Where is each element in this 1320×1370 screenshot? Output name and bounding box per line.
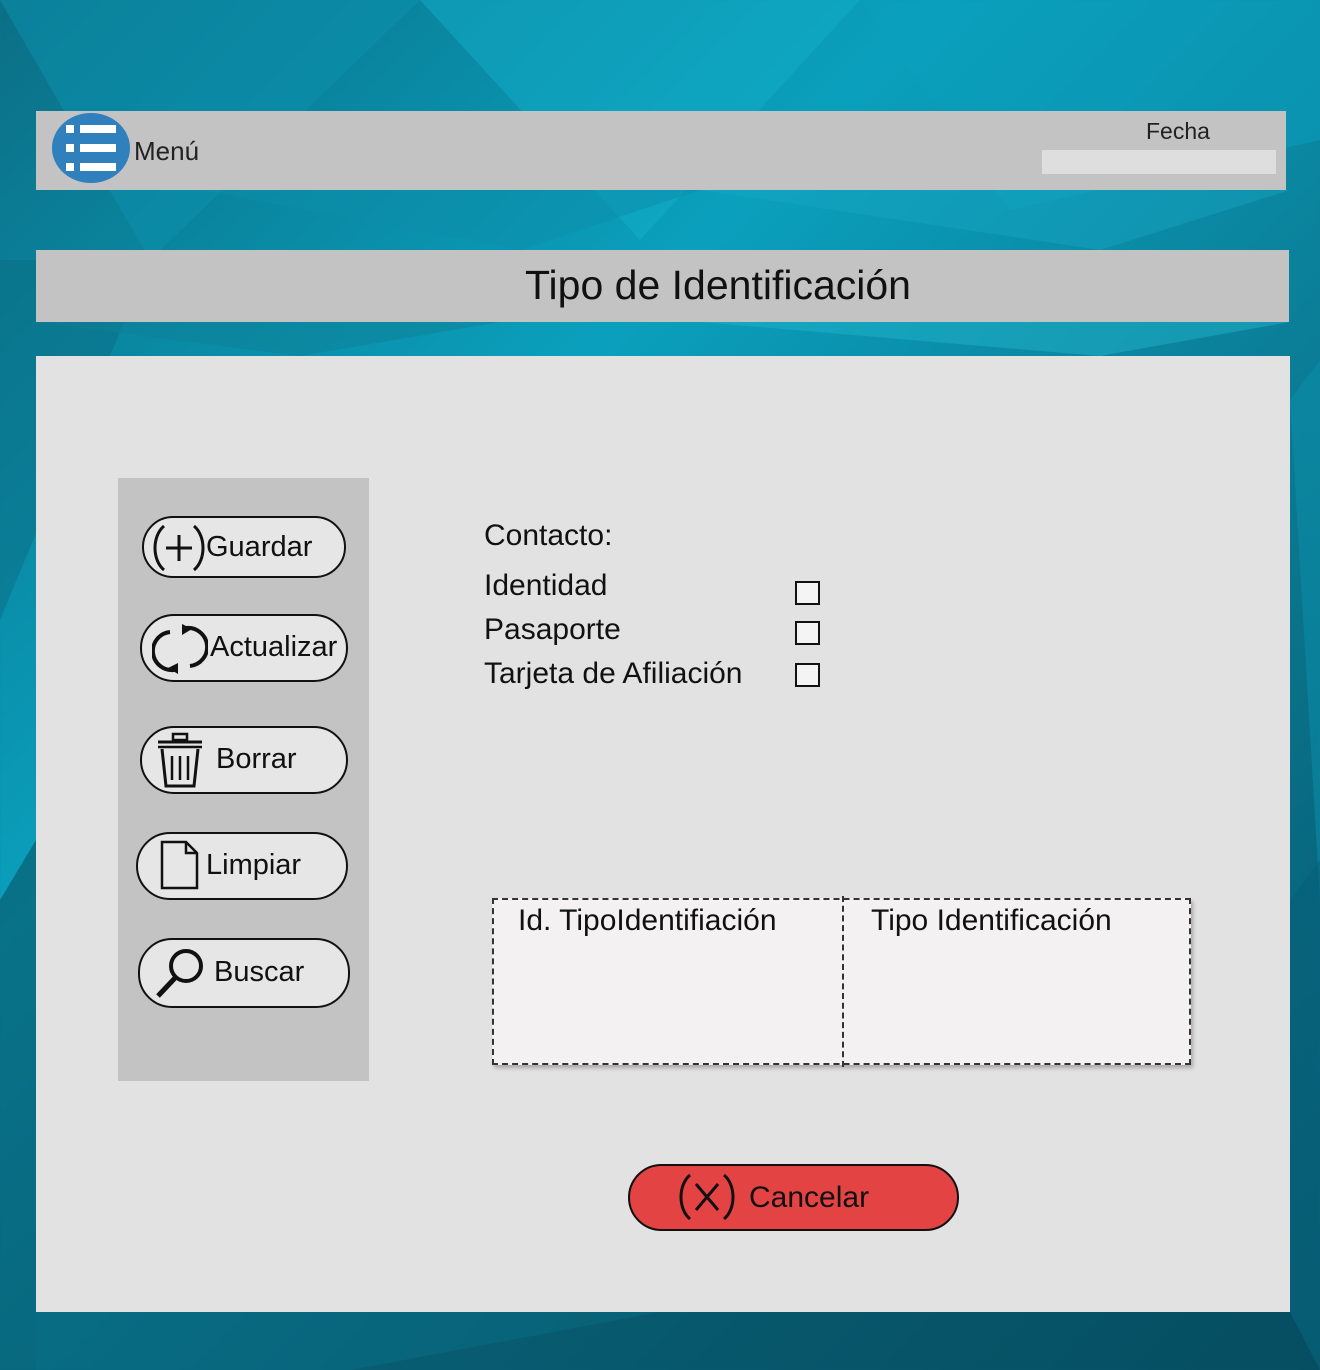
checkbox-affiliation-card[interactable] <box>795 663 820 687</box>
trash-icon <box>158 732 202 788</box>
date-field[interactable] <box>1042 150 1276 174</box>
save-label: Guardar <box>206 531 313 563</box>
date-label: Fecha <box>1146 118 1210 144</box>
update-label: Actualizar <box>210 631 338 663</box>
cancel-label: Cancelar <box>749 1181 870 1214</box>
save-button[interactable]: Guardar <box>142 516 346 578</box>
checkbox-identity[interactable] <box>795 581 820 605</box>
table-header-id: Id. TipoIdentifiación <box>518 904 777 937</box>
clear-label: Limpiar <box>206 849 302 881</box>
search-icon <box>156 949 203 998</box>
menu-label[interactable]: Menú <box>134 136 199 167</box>
cancel-button[interactable]: Cancelar <box>628 1164 959 1231</box>
document-icon <box>160 840 199 890</box>
menu-button[interactable] <box>52 113 130 183</box>
refresh-icon <box>152 624 208 674</box>
delete-button[interactable]: Borrar <box>140 726 348 794</box>
table-column-divider <box>842 896 844 1067</box>
option-label-passport: Pasaporte <box>484 613 621 646</box>
option-label-identity: Identidad <box>484 569 608 602</box>
checkbox-passport[interactable] <box>795 621 820 645</box>
list-icon <box>66 125 116 171</box>
page-title: Tipo de Identificación <box>525 262 911 308</box>
table-header-type: Tipo Identificación <box>871 904 1112 937</box>
clear-button[interactable]: Limpiar <box>136 832 348 900</box>
search-button[interactable]: Buscar <box>138 938 350 1008</box>
contact-section-label: Contacto: <box>484 519 613 552</box>
update-button[interactable]: Actualizar <box>140 614 348 682</box>
delete-label: Borrar <box>216 743 297 775</box>
search-label: Buscar <box>214 956 305 988</box>
option-label-affiliation-card: Tarjeta de Afiliación <box>484 657 743 690</box>
plus-circle-icon <box>153 524 205 572</box>
x-circle-icon <box>679 1173 735 1221</box>
